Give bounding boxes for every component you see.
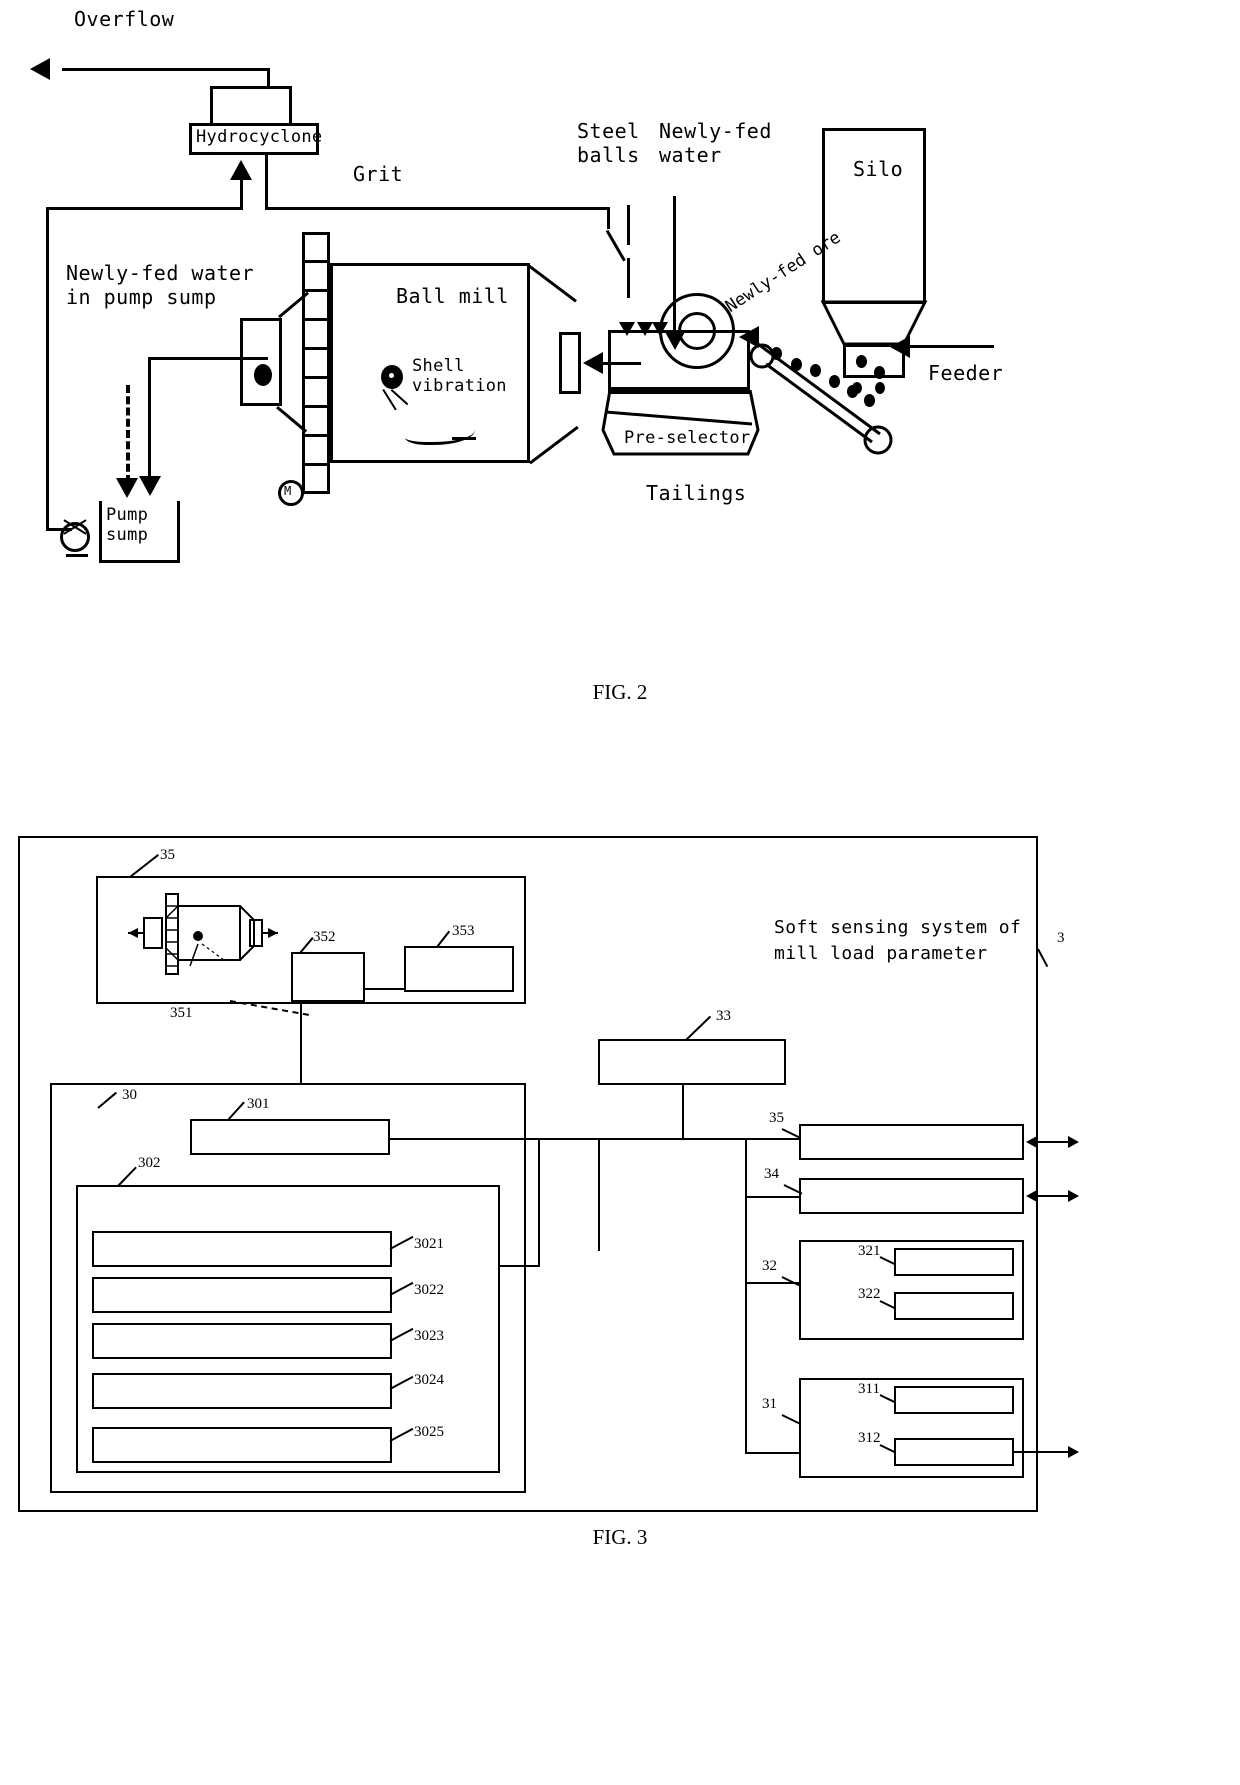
ref-3: 3 bbox=[1057, 930, 1065, 946]
ref-351: 351 bbox=[170, 1005, 193, 1021]
ref-352: 352 bbox=[313, 929, 336, 945]
system-title: Soft sensing system of mill load paramet… bbox=[774, 917, 1022, 965]
ref-311: 311 bbox=[858, 1381, 880, 1397]
link-35-to-30 bbox=[300, 1004, 302, 1083]
unit-3024-box bbox=[92, 1373, 392, 1409]
ref-301: 301 bbox=[247, 1096, 270, 1112]
unit-34-in-arrow-icon bbox=[1026, 1190, 1037, 1202]
ref-35: 35 bbox=[160, 847, 175, 863]
unit-35-out-arrow-icon bbox=[1068, 1136, 1079, 1148]
ref-3024: 3024 bbox=[414, 1372, 444, 1388]
ref-312: 312 bbox=[858, 1430, 881, 1446]
ref-321: 321 bbox=[858, 1243, 881, 1259]
bus-drop-to-302 bbox=[538, 1138, 540, 1266]
unit-33-box bbox=[598, 1039, 786, 1085]
figure-3: 3 Soft sensing system of mill load param… bbox=[0, 0, 1240, 1785]
spine-branch-31 bbox=[745, 1452, 799, 1454]
unit-312-box bbox=[894, 1438, 1014, 1466]
unit-311-box bbox=[894, 1386, 1014, 1414]
unit-312-out-arrow-icon bbox=[1068, 1446, 1079, 1458]
ref-32: 32 bbox=[762, 1258, 777, 1274]
right-spine bbox=[745, 1138, 747, 1452]
ref-3025: 3025 bbox=[414, 1424, 444, 1440]
unit-3025-box bbox=[92, 1427, 392, 1463]
figure-3-caption: FIG. 3 bbox=[592, 1525, 648, 1549]
ref-3021: 3021 bbox=[414, 1236, 444, 1252]
patent-figure-page: Overflow Hydrocyclone Grit Newly-fed wat… bbox=[0, 0, 1240, 1785]
connector-352-353 bbox=[365, 988, 405, 990]
link-33-down bbox=[682, 1085, 684, 1139]
ref-35-right: 35 bbox=[769, 1110, 784, 1126]
ref-322: 322 bbox=[858, 1286, 881, 1302]
unit-312-out-line bbox=[1014, 1451, 1074, 1453]
ref-3-leader bbox=[1037, 948, 1049, 968]
unit-3021-box bbox=[92, 1231, 392, 1267]
ref-30: 30 bbox=[122, 1087, 137, 1103]
unit-321-box bbox=[894, 1248, 1014, 1276]
bus-vertical-mid bbox=[598, 1138, 600, 1250]
ref-31: 31 bbox=[762, 1396, 777, 1412]
unit-34-box bbox=[799, 1178, 1024, 1214]
unit-35-in-arrow-icon bbox=[1026, 1136, 1037, 1148]
unit-3022-box bbox=[92, 1277, 392, 1313]
unit-34-out-arrow-icon bbox=[1068, 1190, 1079, 1202]
spine-branch-34 bbox=[745, 1196, 799, 1198]
bus-301-to-right bbox=[390, 1138, 800, 1140]
ref-33: 33 bbox=[716, 1008, 731, 1024]
ref-3022: 3022 bbox=[414, 1282, 444, 1298]
mill-schematic-351 bbox=[128, 888, 278, 988]
ref-353: 353 bbox=[452, 923, 475, 939]
bus-302-branch bbox=[500, 1265, 540, 1267]
ref-302: 302 bbox=[138, 1155, 161, 1171]
unit-301-box bbox=[190, 1119, 390, 1155]
bus-mid-stub bbox=[598, 1249, 600, 1251]
ref-34: 34 bbox=[764, 1166, 779, 1182]
unit-3023-box bbox=[92, 1323, 392, 1359]
unit-35-right-box bbox=[799, 1124, 1024, 1160]
ref-3023: 3023 bbox=[414, 1328, 444, 1344]
unit-322-box bbox=[894, 1292, 1014, 1320]
unit-352-box bbox=[291, 952, 365, 1002]
unit-353-box bbox=[404, 946, 514, 992]
